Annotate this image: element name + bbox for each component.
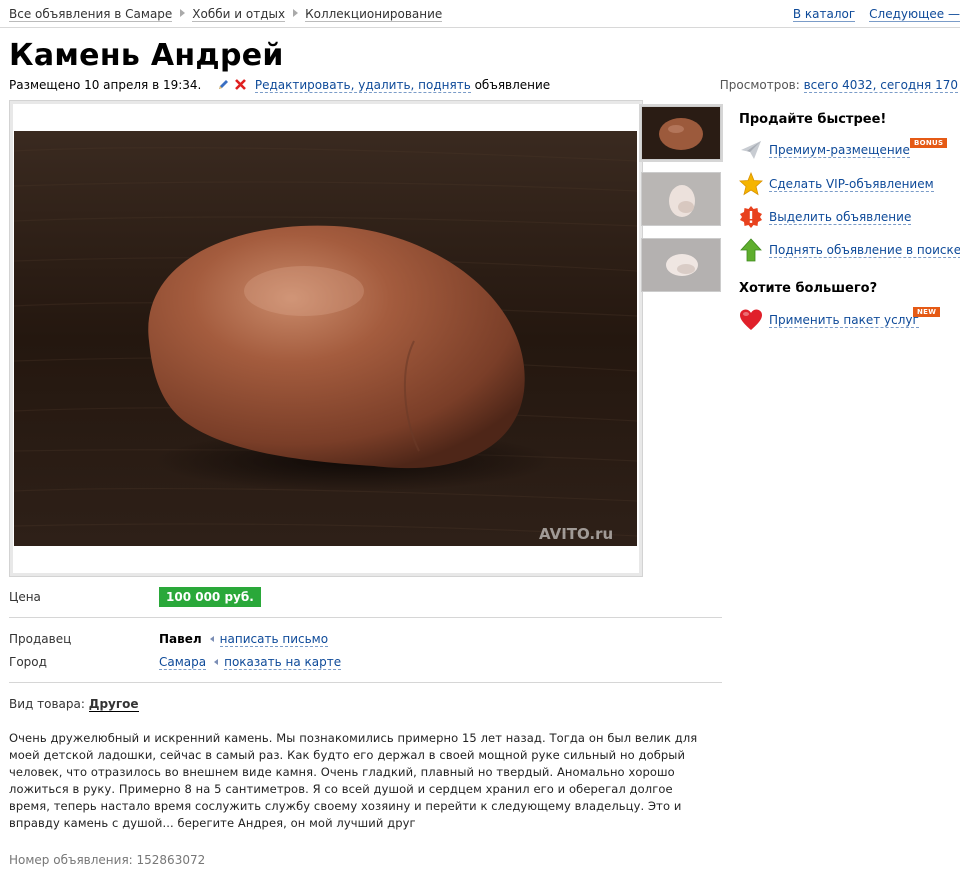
ad-number: Номер объявления: 152863072 [9,853,206,867]
breadcrumb-hobby[interactable]: Хобби и отдых [192,7,286,22]
star-icon [739,172,763,196]
breadcrumb: Все объявления в Самаре Хобби и отдых Колл… [9,7,443,22]
edit-link[interactable]: Редактировать, удалить, поднять [254,78,471,93]
catalog-link[interactable]: В каталог [792,7,856,22]
price-label: Цена [9,590,41,604]
posted-date: Размещено 10 апреля в 19:34. [9,78,202,92]
up-arrow-icon [740,238,762,262]
premium-item: Премиум-размещение [739,138,910,162]
nav-right: В каталог Следующее — [779,7,960,22]
vip-link[interactable]: Сделать VIP-объявлением [769,176,934,192]
listing-meta: Размещено 10 апреля в 19:34. Редактирова… [9,78,550,94]
raise-item: Поднять объявление в поиске [739,238,960,262]
paper-plane-icon [741,141,761,159]
thumbnail-1[interactable] [641,106,721,160]
arrow-left-icon [214,659,219,665]
breadcrumb-collecting[interactable]: Коллекционирование [305,7,443,22]
breadcrumb-separator [293,9,299,17]
highlight-item: Выделить объявление [739,205,912,229]
breadcrumb-all-ads[interactable]: Все объявления в Самаре [9,7,173,22]
next-link[interactable]: Следующее — [869,7,960,22]
want-more-heading: Хотите большего? [739,281,878,296]
city-label: Город [9,655,47,669]
show-map-link[interactable]: показать на карте [224,655,342,670]
new-badge: NEW [913,307,941,317]
page-title: Камень Андрей [9,38,284,73]
seller-name: Павел [159,632,202,646]
heart-icon [740,309,762,330]
watermark-text: AVITO.ru [539,525,613,543]
description: Очень дружелюбный и искренний камень. Мы… [9,731,698,830]
bonus-badge: BONUS [910,138,948,148]
delete-icon[interactable] [234,78,247,91]
city-link[interactable]: Самара [159,655,207,670]
item-type-value[interactable]: Другое [88,697,139,712]
thumbnail-2[interactable] [641,172,721,226]
raise-link[interactable]: Поднять объявление в поиске [769,242,960,258]
sell-faster-heading: Продайте быстрее! [739,112,887,127]
divider [9,682,722,683]
item-type-label: Вид товара: [9,697,85,711]
main-photo[interactable]: AVITO.ru [9,100,643,577]
pencil-icon[interactable] [217,78,230,91]
vip-item: Сделать VIP-объявлением [739,172,934,196]
views-label: Просмотров: [719,78,800,92]
edit-suffix: объявление [474,78,551,92]
package-link[interactable]: Применить пакет услуг [769,312,919,328]
arrow-left-icon [209,636,214,642]
top-navigation: Все объявления в Самаре Хобби и отдых Колл… [0,0,960,28]
edit-icons [217,78,247,94]
exclamation-icon [740,206,762,228]
seller-label: Продавец [9,632,72,646]
divider [9,617,722,618]
package-item: Применить пакет услуг [739,308,919,332]
price-badge: 100 000 руб. [159,587,261,607]
seller-row: Павел написать письмо [159,632,329,647]
breadcrumb-separator [180,9,186,17]
highlight-link[interactable]: Выделить объявление [769,209,912,225]
views-value[interactable]: всего 4032, сегодня 170 [803,78,958,93]
views-counter: Просмотров: всего 4032, сегодня 170 [719,78,958,93]
city-row: Самара показать на карте [159,655,342,670]
stone-photo: AVITO.ru [14,131,637,546]
write-message-link[interactable]: написать письмо [219,632,329,647]
premium-link[interactable]: Премиум-размещение [769,142,910,158]
item-type: Вид товара: Другое [9,697,139,712]
thumbnail-3[interactable] [641,238,721,292]
